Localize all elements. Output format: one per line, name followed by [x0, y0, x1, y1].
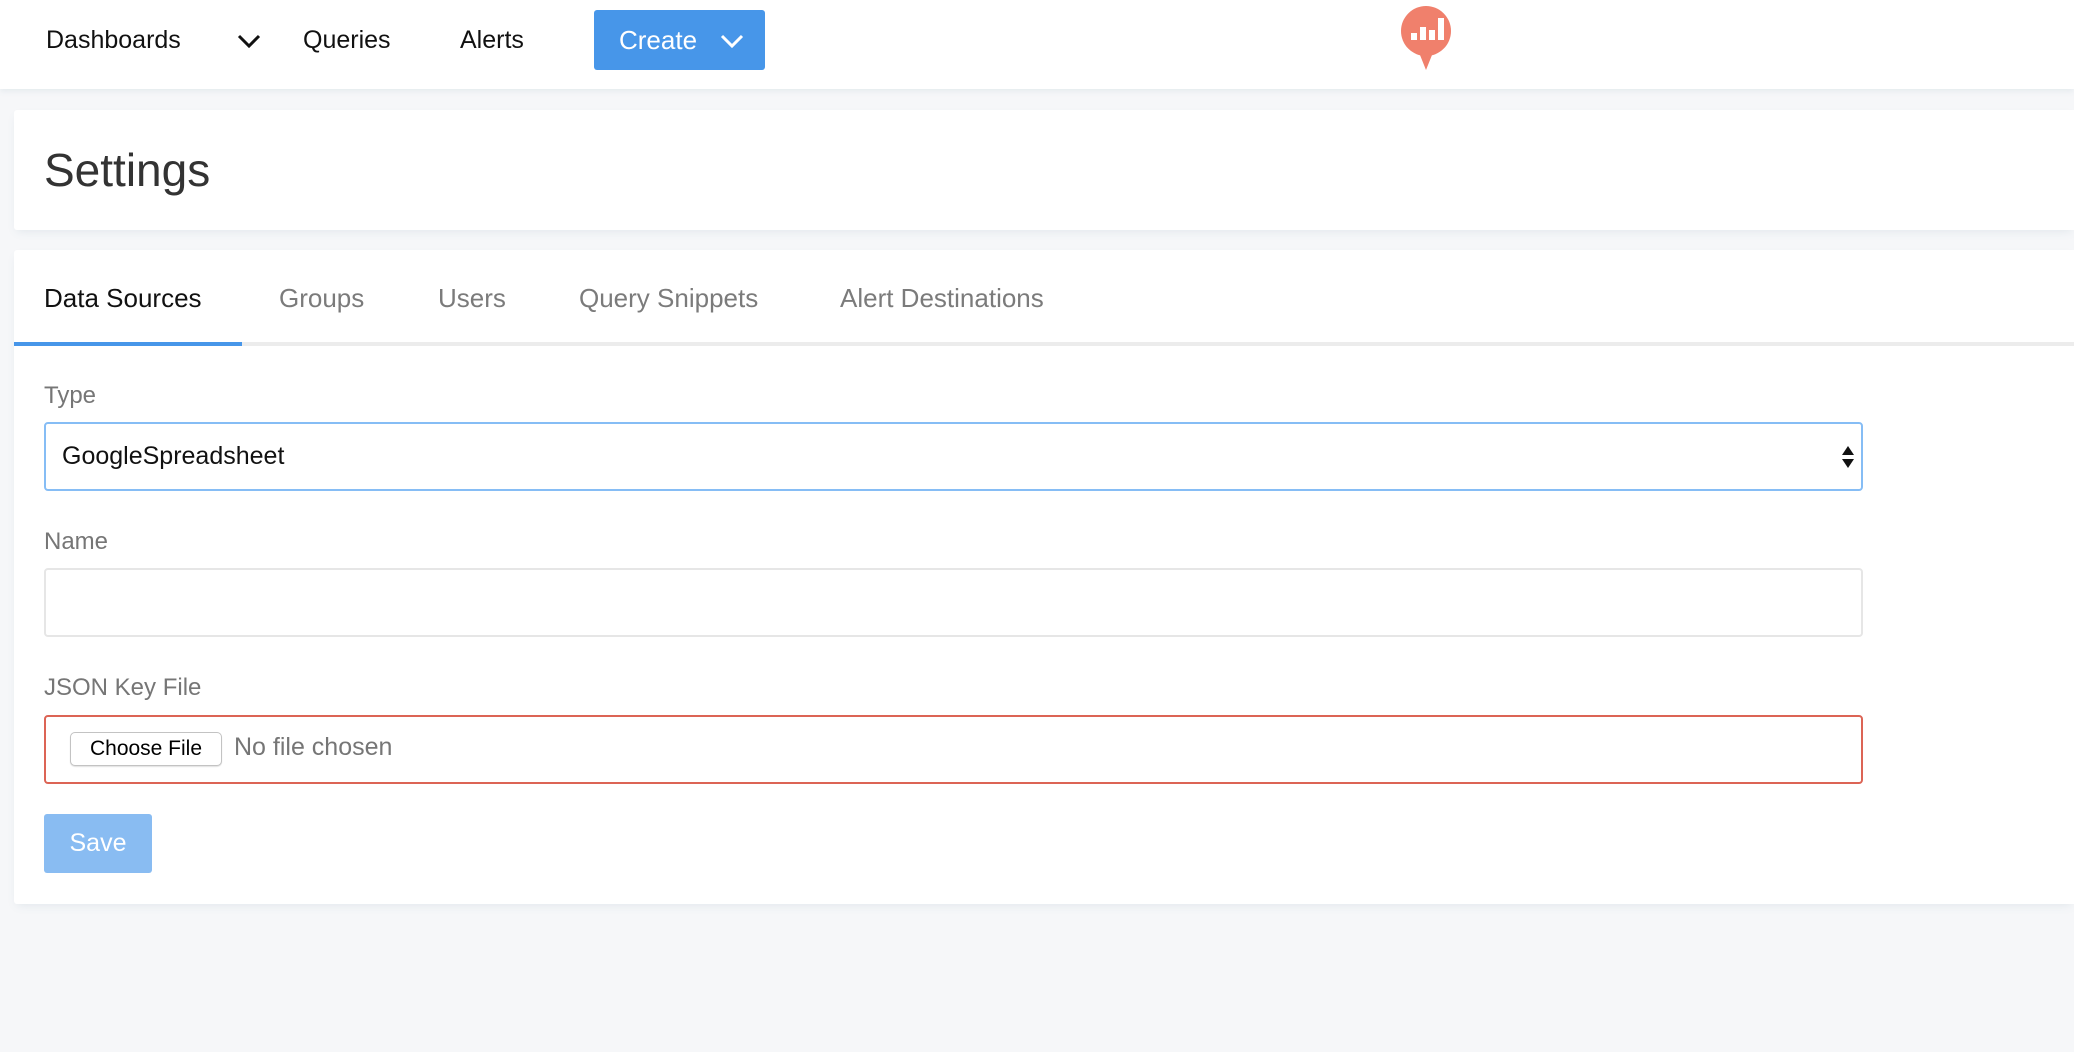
redash-logo-icon[interactable] [1398, 4, 1454, 72]
name-input[interactable] [44, 568, 1863, 637]
page-header-card: Settings [14, 110, 2074, 230]
settings-card: Data Sources Groups Users Query Snippets… [14, 250, 2074, 904]
top-nav-bar: Dashboards Queries Alerts Create [0, 0, 2074, 89]
tab-groups[interactable]: Groups [279, 250, 364, 346]
json-key-file-input[interactable]: Choose File No file chosen [44, 715, 1863, 784]
tab-users[interactable]: Users [438, 250, 506, 346]
chevron-down-icon [720, 34, 744, 49]
type-select[interactable]: GoogleSpreadsheet [44, 422, 1863, 491]
nav-queries[interactable]: Queries [303, 0, 391, 80]
tab-alert-destinations[interactable]: Alert Destinations [840, 250, 1044, 346]
create-button-label: Create [619, 25, 698, 55]
create-button[interactable]: Create [594, 10, 765, 70]
json-key-file-label: JSON Key File [44, 674, 202, 701]
page-title: Settings [44, 144, 211, 196]
chevron-down-icon[interactable] [236, 28, 262, 54]
select-arrows-icon [1842, 446, 1854, 468]
type-select-value: GoogleSpreadsheet [62, 442, 285, 470]
type-label: Type [44, 382, 97, 409]
choose-file-button[interactable]: Choose File [70, 732, 222, 766]
save-button[interactable]: Save [44, 814, 152, 873]
settings-tabs: Data Sources Groups Users Query Snippets… [14, 250, 2074, 346]
tab-data-sources[interactable]: Data Sources [44, 250, 202, 346]
nav-dashboards[interactable]: Dashboards [46, 0, 181, 80]
active-tab-indicator [14, 342, 242, 346]
name-label: Name [44, 528, 109, 555]
tab-query-snippets[interactable]: Query Snippets [579, 250, 758, 346]
nav-alerts[interactable]: Alerts [460, 0, 524, 80]
file-status-text: No file chosen [234, 733, 393, 761]
